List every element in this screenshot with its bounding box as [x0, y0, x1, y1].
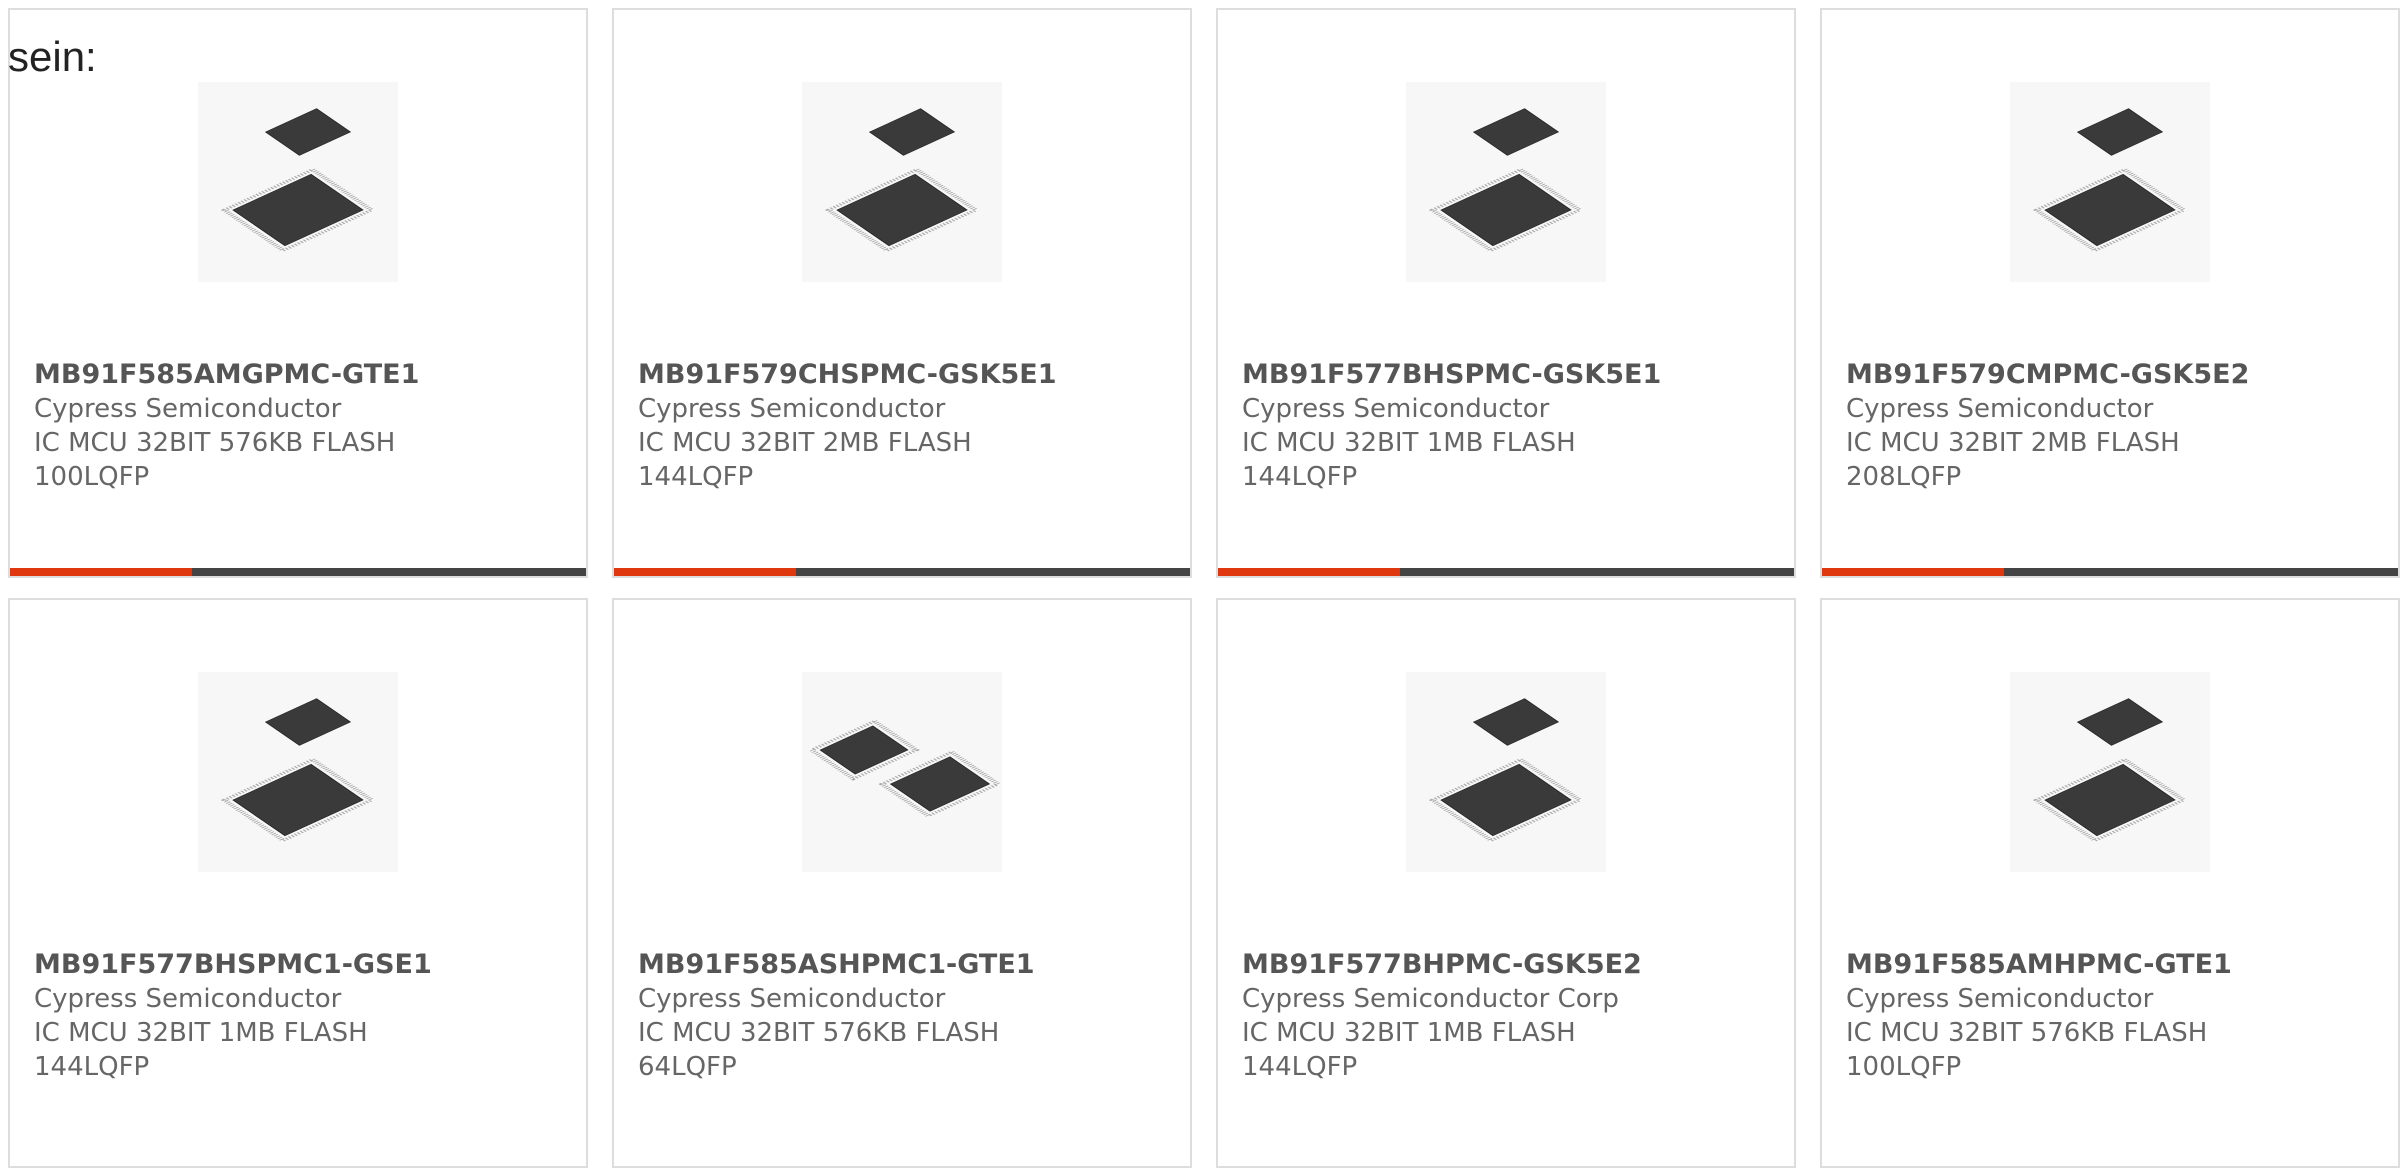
description-line-1: IC MCU 32BIT 576KB FLASH — [1846, 1018, 2208, 1048]
manufacturer: Cypress Semiconductor — [1846, 984, 2154, 1014]
product-card[interactable]: MB91F577BHSPMC1-GSE1 Cypress Semiconduct… — [8, 598, 588, 1168]
manufacturer: Cypress Semiconductor — [34, 984, 342, 1014]
description-line-1: IC MCU 32BIT 576KB FLASH — [638, 1018, 1000, 1048]
description-line-2: 144LQFP — [638, 462, 754, 492]
product-card[interactable]: MB91F585ASHPMC1-GTE1 Cypress Semiconduct… — [612, 598, 1192, 1168]
description-line-1: IC MCU 32BIT 2MB FLASH — [638, 428, 972, 458]
product-card[interactable]: MB91F579CHSPMC-GSK5E1 Cypress Semiconduc… — [612, 8, 1192, 578]
lqfp-chip-pair-icon — [802, 82, 1002, 282]
card-footer-bar — [1218, 568, 1794, 576]
lqfp-chip-pair-icon — [198, 672, 398, 872]
description-line-2: 100LQFP — [34, 462, 150, 492]
card-footer-bar — [10, 568, 586, 576]
product-card[interactable]: MB91F585AMGPMC-GTE1 Cypress Semiconducto… — [8, 8, 588, 578]
part-number[interactable]: MB91F577BHSPMC1-GSE1 — [34, 948, 432, 982]
description-line-1: IC MCU 32BIT 1MB FLASH — [34, 1018, 368, 1048]
description-line-1: IC MCU 32BIT 1MB FLASH — [1242, 1018, 1576, 1048]
card-footer-bar — [1822, 568, 2398, 576]
lqfp-chip-pair-icon — [802, 672, 1002, 872]
product-card[interactable]: MB91F577BHPMC-GSK5E2 Cypress Semiconduct… — [1216, 598, 1796, 1168]
lqfp-chip-pair-icon — [1406, 82, 1606, 282]
part-number[interactable]: MB91F577BHSPMC-GSK5E1 — [1242, 358, 1661, 392]
product-card[interactable]: MB91F577BHSPMC-GSK5E1 Cypress Semiconduc… — [1216, 8, 1796, 578]
part-number[interactable]: MB91F585AMHPMC-GTE1 — [1846, 948, 2232, 982]
manufacturer: Cypress Semiconductor — [638, 394, 946, 424]
lqfp-chip-pair-icon — [2010, 82, 2210, 282]
accent-segment — [10, 568, 192, 576]
card-footer-bar — [614, 568, 1190, 576]
description-line-2: 208LQFP — [1846, 462, 1962, 492]
description-line-1: IC MCU 32BIT 576KB FLASH — [34, 428, 396, 458]
lqfp-chip-pair-icon — [198, 82, 398, 282]
part-number[interactable]: MB91F585ASHPMC1-GTE1 — [638, 948, 1035, 982]
part-number[interactable]: MB91F579CMPMC-GSK5E2 — [1846, 358, 2249, 392]
description-line-2: 144LQFP — [1242, 462, 1358, 492]
lqfp-chip-pair-icon — [1406, 672, 1606, 872]
part-number[interactable]: MB91F585AMGPMC-GTE1 — [34, 358, 419, 392]
description-line-2: 64LQFP — [638, 1052, 737, 1082]
accent-segment — [1822, 568, 2004, 576]
lqfp-chip-pair-icon — [2010, 672, 2210, 872]
accent-segment — [614, 568, 796, 576]
manufacturer: Cypress Semiconductor — [34, 394, 342, 424]
part-number[interactable]: MB91F579CHSPMC-GSK5E1 — [638, 358, 1057, 392]
intro-text: sein: — [8, 33, 97, 80]
description-line-2: 144LQFP — [1242, 1052, 1358, 1082]
manufacturer: Cypress Semiconductor Corp — [1242, 984, 1619, 1014]
product-card[interactable]: MB91F585AMHPMC-GTE1 Cypress Semiconducto… — [1820, 598, 2400, 1168]
product-card[interactable]: MB91F579CMPMC-GSK5E2 Cypress Semiconduct… — [1820, 8, 2400, 578]
description-line-2: 144LQFP — [34, 1052, 150, 1082]
part-number[interactable]: MB91F577BHPMC-GSK5E2 — [1242, 948, 1642, 982]
accent-segment — [1218, 568, 1400, 576]
manufacturer: Cypress Semiconductor — [1846, 394, 2154, 424]
description-line-1: IC MCU 32BIT 2MB FLASH — [1846, 428, 2180, 458]
description-line-2: 100LQFP — [1846, 1052, 1962, 1082]
description-line-1: IC MCU 32BIT 1MB FLASH — [1242, 428, 1576, 458]
manufacturer: Cypress Semiconductor — [638, 984, 946, 1014]
manufacturer: Cypress Semiconductor — [1242, 394, 1550, 424]
